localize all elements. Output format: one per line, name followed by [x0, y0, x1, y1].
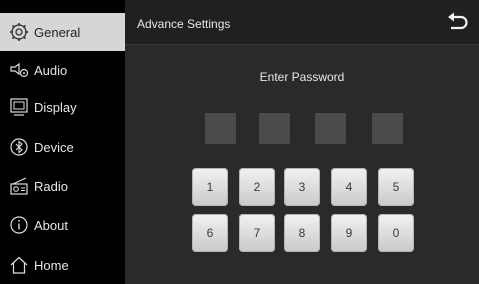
speaker-icon — [8, 59, 30, 81]
sidebar-item-home[interactable]: Home — [0, 246, 125, 284]
back-button[interactable] — [445, 11, 471, 33]
sidebar-item-general[interactable]: General — [0, 13, 125, 51]
home-icon — [8, 254, 30, 276]
sidebar-item-label: Display — [34, 99, 77, 115]
display-icon — [8, 96, 30, 118]
key-7[interactable]: 7 — [239, 214, 275, 252]
sidebar-item-label: Audio — [34, 62, 68, 78]
sidebar-item-audio[interactable]: Audio — [0, 51, 125, 89]
pin-digit-3 — [315, 113, 346, 144]
sidebar-item-device[interactable]: Device — [0, 128, 125, 166]
sidebar-item-radio[interactable]: Radio — [0, 167, 125, 205]
settings-sidebar: General Audio Display Device Radio About — [0, 0, 125, 284]
sidebar-item-label: General — [34, 24, 81, 40]
password-prompt: Enter Password — [259, 70, 345, 84]
pin-digit-2 — [259, 113, 290, 144]
sidebar-item-label: Device — [34, 139, 74, 155]
key-0[interactable]: 0 — [378, 214, 414, 252]
back-arrow-icon — [448, 12, 468, 30]
sidebar-item-display[interactable]: Display — [0, 88, 125, 126]
key-5[interactable]: 5 — [378, 168, 414, 206]
key-9[interactable]: 9 — [331, 214, 367, 252]
sidebar-item-label: About — [34, 217, 68, 233]
page-title: Advance Settings — [137, 17, 231, 31]
key-4[interactable]: 4 — [331, 168, 367, 206]
pin-digit-1 — [205, 113, 236, 144]
info-icon — [8, 214, 30, 236]
key-3[interactable]: 3 — [284, 168, 320, 206]
key-8[interactable]: 8 — [284, 214, 320, 252]
radio-icon — [8, 175, 30, 197]
panel-header: Advance Settings — [125, 0, 479, 45]
settings-panel: Advance Settings Enter Password 1 2 3 4 … — [125, 0, 479, 284]
sidebar-item-label: Home — [34, 257, 69, 273]
key-1[interactable]: 1 — [192, 168, 228, 206]
key-2[interactable]: 2 — [239, 168, 275, 206]
bluetooth-icon — [8, 136, 30, 158]
pin-digit-4 — [372, 113, 403, 144]
sidebar-item-about[interactable]: About — [0, 206, 125, 244]
sidebar-item-label: Radio — [34, 178, 68, 194]
key-6[interactable]: 6 — [192, 214, 228, 252]
gear-icon — [8, 21, 30, 43]
